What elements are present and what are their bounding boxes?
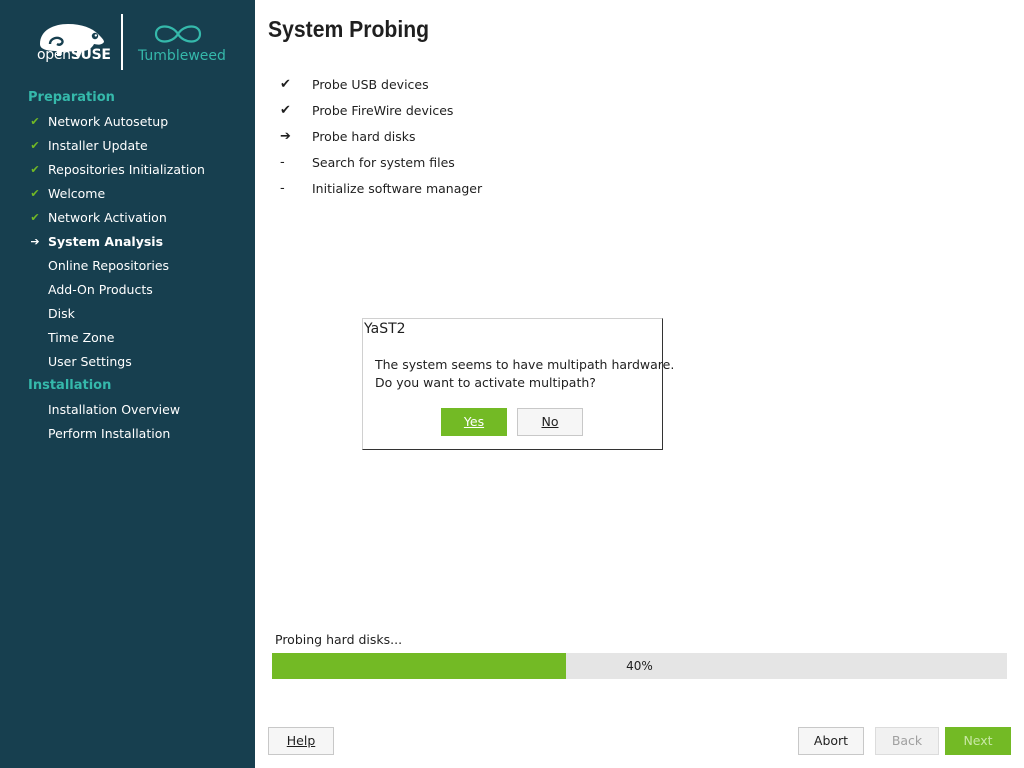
step-label: Installation Overview: [48, 402, 181, 417]
step-system-analysis: ➔ System Analysis: [28, 234, 248, 254]
section-heading-installation: Installation: [28, 378, 112, 393]
pending-dash-icon: -: [280, 155, 285, 170]
probe-label: Probe USB devices: [312, 77, 429, 92]
pending-dash-icon: -: [280, 181, 285, 196]
next-button-label: Next: [963, 733, 993, 748]
dialog-message-line2: Do you want to activate multipath?: [375, 375, 596, 390]
progress-label: Probing hard disks...: [275, 632, 403, 647]
check-icon: ✔: [280, 77, 291, 92]
next-button[interactable]: Next: [945, 727, 1011, 755]
yes-button-label: Yes: [463, 414, 485, 429]
step-label: Repositories Initialization: [48, 162, 205, 177]
step-network-autosetup: ✔ Network Autosetup: [28, 114, 248, 134]
dialog-title: YaST2: [364, 321, 406, 337]
step-label: System Analysis: [48, 234, 164, 249]
step-disk: Disk: [28, 306, 248, 326]
dialog-message-line1: The system seems to have multipath hardw…: [375, 357, 675, 372]
abort-button-label: Abort: [813, 733, 849, 748]
step-label: Network Activation: [48, 210, 167, 225]
step-repositories-initialization: ✔ Repositories Initialization: [28, 162, 248, 182]
help-button[interactable]: Help: [268, 727, 334, 755]
step-label: Time Zone: [48, 330, 115, 345]
logo-divider: [121, 14, 123, 70]
check-icon: ✔: [30, 187, 40, 200]
step-label: Network Autosetup: [48, 114, 169, 129]
back-button[interactable]: Back: [875, 727, 939, 755]
page-title: System Probing: [268, 16, 430, 42]
step-label: User Settings: [48, 354, 132, 369]
step-welcome: ✔ Welcome: [28, 186, 248, 206]
check-icon: ✔: [30, 115, 40, 128]
help-button-label: Help: [286, 733, 316, 748]
arrow-right-icon: ➔: [280, 129, 291, 144]
multipath-dialog: YaST2 The system seems to have multipath…: [362, 318, 674, 450]
no-button-label: No: [541, 414, 559, 429]
probe-label: Initialize software manager: [312, 181, 483, 196]
logo-area: openSUSE Tumbleweed: [0, 0, 255, 80]
step-label: Welcome: [48, 186, 106, 201]
step-installer-update: ✔ Installer Update: [28, 138, 248, 158]
probe-label: Probe hard disks: [312, 129, 416, 144]
progress-bar: 40%: [272, 653, 1007, 679]
step-label: Installer Update: [48, 138, 148, 153]
progress-percent-text: 40%: [626, 659, 653, 673]
check-icon: ✔: [30, 139, 40, 152]
no-button[interactable]: No: [517, 408, 583, 436]
step-user-settings: User Settings: [28, 354, 248, 374]
tumbleweed-infinity-icon: [154, 25, 202, 43]
distro-prefix: open: [37, 47, 71, 63]
opensuse-wordmark: openSUSE: [37, 47, 111, 63]
step-label: Perform Installation: [48, 426, 171, 441]
abort-button[interactable]: Abort: [798, 727, 864, 755]
step-network-activation: ✔ Network Activation: [28, 210, 248, 230]
check-icon: ✔: [280, 103, 291, 118]
yes-button[interactable]: Yes: [441, 408, 507, 436]
step-label: Disk: [48, 306, 75, 321]
step-time-zone: Time Zone: [28, 330, 248, 350]
step-label: Online Repositories: [48, 258, 170, 273]
distro-suffix: SUSE: [70, 47, 111, 63]
current-step-arrow-icon: ➔: [30, 235, 40, 248]
step-online-repositories: Online Repositories: [28, 258, 248, 278]
probe-label: Search for system files: [312, 155, 455, 170]
step-installation-overview: Installation Overview: [28, 402, 248, 422]
section-heading-preparation: Preparation: [28, 90, 115, 105]
step-add-on-products: Add-On Products: [28, 282, 248, 302]
step-perform-installation: Perform Installation: [28, 426, 248, 446]
back-button-label: Back: [891, 733, 923, 748]
step-label: Add-On Products: [48, 282, 153, 297]
check-icon: ✔: [30, 163, 40, 176]
check-icon: ✔: [30, 211, 40, 224]
edition-name: Tumbleweed: [138, 48, 226, 64]
sidebar: openSUSE Tumbleweed Preparation ✔ Networ…: [0, 0, 255, 768]
probe-label: Probe FireWire devices: [312, 103, 454, 118]
